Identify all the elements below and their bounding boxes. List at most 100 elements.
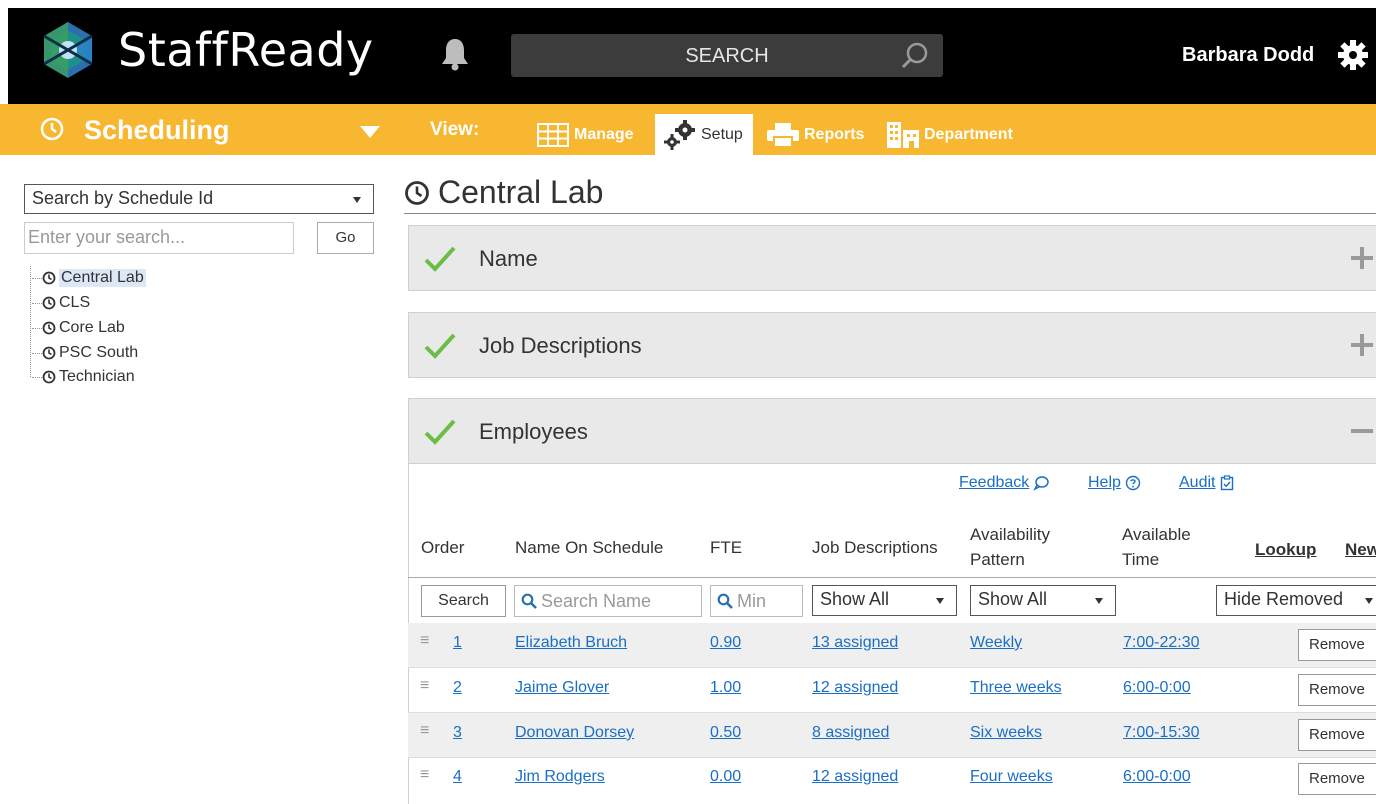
availability-pattern-link[interactable]: Weekly: [970, 634, 1022, 652]
filter-job-descriptions-select[interactable]: Show All: [812, 585, 957, 616]
availability-pattern-link[interactable]: Six weeks: [970, 724, 1042, 742]
go-button[interactable]: Go: [317, 222, 374, 254]
filter-removed-select[interactable]: Hide Removed: [1216, 585, 1376, 616]
tab-setup[interactable]: Setup: [655, 114, 753, 155]
speech-bubble-icon: [1033, 476, 1050, 491]
question-circle-icon: [1125, 475, 1141, 491]
drag-handle-icon[interactable]: ≡: [420, 766, 429, 784]
tree-item-central-lab[interactable]: Central Lab: [32, 267, 146, 289]
tab-reports[interactable]: Reports: [766, 114, 864, 155]
employee-name-link[interactable]: Donovan Dorsey: [515, 724, 634, 742]
column-header-name[interactable]: Name On Schedule: [515, 535, 663, 560]
module-title[interactable]: Scheduling: [84, 115, 230, 146]
column-header-availability-pattern[interactable]: Availability Pattern: [970, 522, 1080, 572]
filter-availability-select[interactable]: Show All: [970, 585, 1116, 616]
column-header-job-descriptions[interactable]: Job Descriptions: [812, 535, 938, 560]
filter-name-input[interactable]: Search Name: [514, 585, 702, 617]
available-time-link[interactable]: 7:00-22:30: [1123, 634, 1200, 652]
fte-link[interactable]: 1.00: [710, 679, 741, 697]
lookup-link[interactable]: Lookup: [1255, 537, 1316, 562]
filter-search-button[interactable]: Search: [421, 585, 506, 617]
job-descriptions-link[interactable]: 8 assigned: [812, 724, 889, 742]
app-brand[interactable]: StaffReady: [118, 22, 374, 78]
column-header-fte[interactable]: FTE: [710, 535, 742, 560]
job-descriptions-link[interactable]: 12 assigned: [812, 679, 898, 697]
tab-manage[interactable]: Manage: [536, 114, 634, 155]
section-employees[interactable]: Employees: [408, 398, 1376, 464]
employee-name-link[interactable]: Elizabeth Bruch: [515, 634, 627, 652]
job-descriptions-link[interactable]: 13 assigned: [812, 634, 898, 652]
tab-reports-label: Reports: [804, 125, 865, 143]
expand-plus-icon[interactable]: [1349, 245, 1375, 271]
module-nav-bar: Scheduling View: Manage Setup Reports De…: [0, 104, 1376, 155]
feedback-link[interactable]: Feedback: [959, 474, 1050, 492]
search-icon: [717, 593, 733, 609]
bell-icon[interactable]: [440, 36, 470, 72]
order-link[interactable]: 4: [453, 768, 462, 786]
expand-plus-icon[interactable]: [1349, 332, 1375, 358]
remove-button[interactable]: Remove: [1298, 763, 1376, 795]
fte-link[interactable]: 0.00: [710, 768, 741, 786]
clock-icon: [405, 180, 429, 205]
tree-item-psc-south[interactable]: PSC South: [32, 342, 138, 364]
chevron-down-icon[interactable]: [360, 126, 380, 138]
column-header-available-time[interactable]: Available Time: [1122, 522, 1212, 572]
employee-name-link[interactable]: Jaime Glover: [515, 679, 609, 697]
staffready-logo-icon[interactable]: [38, 20, 98, 80]
tree-item-label: PSC South: [59, 344, 139, 361]
job-descriptions-link[interactable]: 12 assigned: [812, 768, 898, 786]
employee-name-link[interactable]: Jim Rodgers: [515, 768, 605, 786]
remove-button[interactable]: Remove: [1298, 629, 1376, 661]
availability-pattern-link[interactable]: Three weeks: [970, 679, 1062, 697]
drag-handle-icon[interactable]: ≡: [420, 722, 429, 740]
availability-pattern-link[interactable]: Four weeks: [970, 768, 1053, 786]
tree-item-technician[interactable]: Technician: [32, 366, 135, 388]
global-search-box[interactable]: SEARCH: [511, 34, 943, 77]
user-name[interactable]: Barbara Dodd: [1182, 44, 1314, 67]
table-row: ≡ 2 Jaime Glover 1.00 12 assigned Three …: [408, 668, 1376, 712]
new-link[interactable]: New: [1345, 537, 1376, 562]
grid-icon: [537, 122, 569, 147]
available-time-link[interactable]: 6:00-0:00: [1123, 768, 1191, 786]
search-icon[interactable]: [901, 41, 931, 71]
column-header-text: Available: [1122, 525, 1191, 544]
title-divider: [404, 213, 1376, 214]
tree-item-label: Central Lab: [59, 269, 146, 287]
collapse-minus-icon[interactable]: [1349, 418, 1375, 444]
fte-link[interactable]: 0.90: [710, 634, 741, 652]
section-job-descriptions[interactable]: Job Descriptions: [408, 312, 1376, 378]
schedule-search-input[interactable]: Enter your search...: [24, 222, 294, 254]
fte-link[interactable]: 0.50: [710, 724, 741, 742]
table-row: ≡ 1 Elizabeth Bruch 0.90 13 assigned Wee…: [408, 623, 1376, 667]
audit-link[interactable]: Audit: [1179, 474, 1235, 492]
help-link-text[interactable]: Help: [1088, 474, 1121, 492]
table-row: ≡ 3 Donovan Dorsey 0.50 8 assigned Six w…: [408, 713, 1376, 757]
tree-item-label: CLS: [59, 294, 91, 311]
filter-name-placeholder: Search Name: [541, 590, 652, 611]
column-header-order[interactable]: Order: [421, 535, 464, 560]
column-header-text: Availability: [970, 525, 1051, 544]
section-name[interactable]: Name: [408, 225, 1376, 291]
help-link[interactable]: Help: [1088, 474, 1141, 492]
section-name-label: Name: [479, 246, 538, 271]
table-row: ≡ 4 Jim Rodgers 0.00 12 assigned Four we…: [408, 757, 1376, 801]
tree-item-cls[interactable]: CLS: [32, 292, 90, 314]
settings-gear-icon[interactable]: [1337, 39, 1369, 71]
audit-link-text[interactable]: Audit: [1179, 474, 1215, 492]
schedule-search-mode-select[interactable]: Search by Schedule Id: [24, 184, 374, 214]
available-time-link[interactable]: 6:00-0:00: [1123, 679, 1191, 697]
order-link[interactable]: 2: [453, 679, 462, 697]
filter-fte-min-input[interactable]: Min: [710, 585, 803, 617]
order-link[interactable]: 1: [453, 634, 462, 652]
remove-button[interactable]: Remove: [1298, 719, 1376, 751]
order-link[interactable]: 3: [453, 724, 462, 742]
schedule-search-placeholder: Enter your search...: [28, 227, 186, 247]
feedback-link-text[interactable]: Feedback: [959, 474, 1029, 492]
available-time-link[interactable]: 7:00-15:30: [1123, 724, 1200, 742]
tab-department-label: Department: [924, 125, 1013, 143]
drag-handle-icon[interactable]: ≡: [420, 632, 429, 650]
remove-button[interactable]: Remove: [1298, 674, 1376, 706]
tab-department[interactable]: Department: [886, 114, 1013, 155]
drag-handle-icon[interactable]: ≡: [420, 677, 429, 695]
tree-item-core-lab[interactable]: Core Lab: [32, 317, 125, 339]
